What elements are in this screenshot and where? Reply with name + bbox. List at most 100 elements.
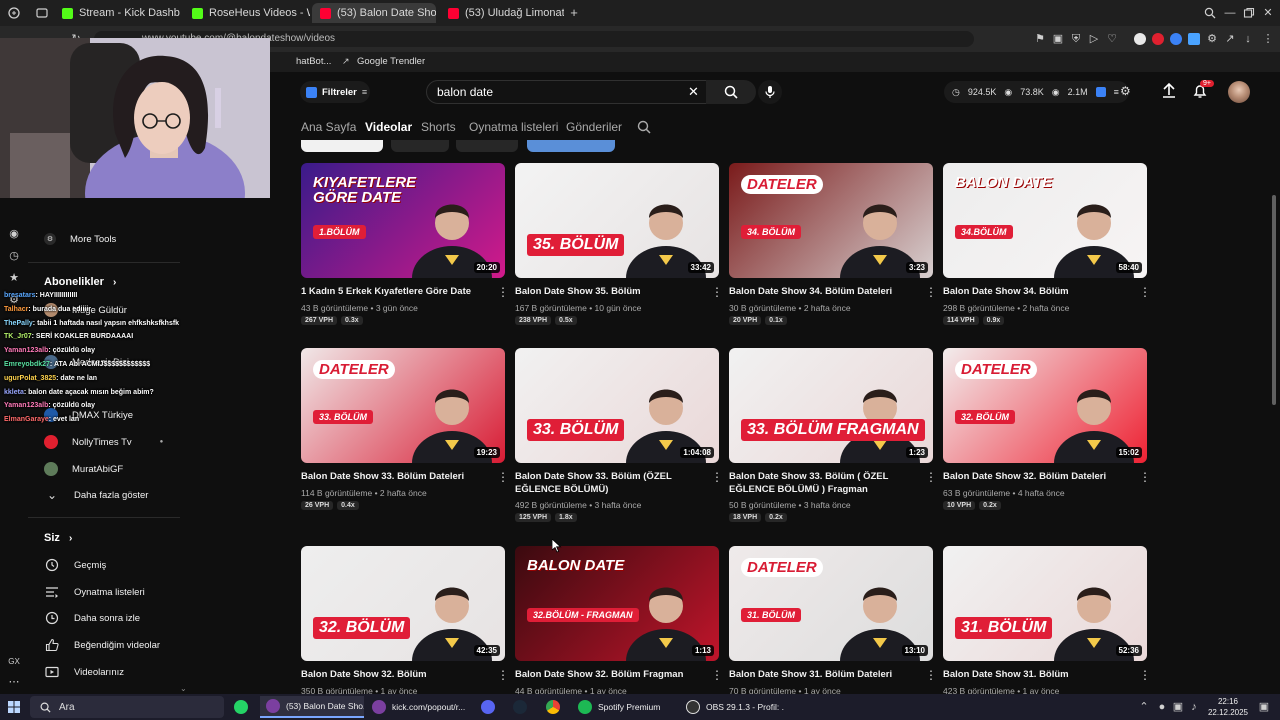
taskbar-clock[interactable]: 22:16 22.12.2025 [1204,696,1252,718]
sidebar-item-sub[interactable]: MuratAbiGF [44,460,123,478]
browser-tab-balon-date[interactable]: (53) Balon Date Show - Y [312,3,436,23]
whatsapp-icon[interactable] [234,700,248,714]
avatar[interactable] [1228,81,1250,103]
video-card[interactable]: DATELER 33. BÖLÜM 19:23 Balon Date Show 33.… [301,348,505,528]
sidebar-item-your-videos[interactable]: Videolarınız [44,663,124,681]
video-title[interactable]: Balon Date Show 32. Bölüm Dateleri [943,470,1131,483]
extension-icon[interactable] [1170,33,1182,45]
tools-icon[interactable]: ⚙ [1120,84,1131,98]
more-actions-icon[interactable]: ⋮ [711,470,719,484]
more-actions-icon[interactable]: ⋮ [1139,285,1147,299]
video-card[interactable]: KIYAFETLERE GÖRE DATE 1.BÖLÜM 20:20 1 Kadın… [301,163,505,343]
more-actions-icon[interactable]: ⋮ [497,470,505,484]
tray-overflow-icon[interactable]: ⌃ [1138,701,1150,713]
more-actions-icon[interactable]: ⋮ [925,470,933,484]
video-thumbnail[interactable]: DATELER 32. BÖLÜM 15:02 [943,348,1147,463]
tab-playlists[interactable]: Oynatma listeleri [469,120,558,134]
sidebar-item-playlists[interactable]: Oynatma listeleri [44,583,145,601]
video-thumbnail[interactable]: DATELER 33. BÖLÜM 19:23 [301,348,505,463]
more-actions-icon[interactable]: ⋮ [925,285,933,299]
bulb-icon[interactable]: ★ [8,272,20,284]
taskbar-item-obs[interactable]: OBS 29.1.3 - Profil: ... [680,696,784,718]
play-icon[interactable]: ▷ [1088,33,1100,45]
chrome-icon[interactable] [546,700,560,714]
page-scrollbar[interactable] [1272,195,1276,405]
sidebar-item-watch-later[interactable]: Daha sonra izle [44,609,140,627]
channel-search-icon[interactable] [637,120,651,139]
clear-search-icon[interactable]: ✕ [688,84,699,100]
bookmark-item[interactable]: hatBot... [296,56,331,67]
video-title[interactable]: Balon Date Show 33. Bölüm (ÖZEL EĞLENCE … [515,470,703,496]
sort-chip[interactable] [301,140,383,152]
more-icon[interactable]: ⋯ [8,676,20,688]
you-heading[interactable]: Siz › [44,532,72,544]
video-card[interactable]: 35. BÖLÜM 33:42 Balon Date Show 35. Bölüm ⋮… [515,163,719,343]
video-title[interactable]: Balon Date Show 33. Bölüm ( ÖZEL EĞLENCE… [729,470,917,496]
video-title[interactable]: Balon Date Show 34. Bölüm Dateleri [729,285,917,298]
filters-button[interactable]: Filtreler ≡ [300,81,370,103]
windows-start-icon[interactable] [8,701,20,713]
video-thumbnail[interactable]: BALON DATE 34.BÖLÜM 58:40 [943,163,1147,278]
more-actions-icon[interactable]: ⋮ [711,285,719,299]
puzzle-icon[interactable]: ⚙ [1206,33,1218,45]
video-title[interactable]: Balon Date Show 31. Bölüm Dateleri [729,668,917,681]
screenshot-icon[interactable]: ▣ [1052,33,1064,45]
video-card[interactable]: 31. BÖLÜM 52:36 Balon Date Show 31. Bölüm ⋮… [943,546,1147,694]
tab-home[interactable]: Ana Sayfa [301,120,356,134]
notification-center-icon[interactable]: ▣ [1258,701,1270,713]
taskbar-item-kick[interactable]: kick.com/popout/r... [366,696,470,718]
video-thumbnail[interactable]: 35. BÖLÜM 33:42 [515,163,719,278]
download-icon[interactable]: ↓ [1242,33,1254,45]
extension-icon[interactable] [1152,33,1164,45]
sort-chip[interactable] [527,140,615,152]
more-icon[interactable]: ⋮ [1262,33,1274,45]
video-card[interactable]: BALON DATE 34.BÖLÜM 58:40 Balon Date Show 3… [943,163,1147,343]
bookmark-item[interactable]: Google Trendler [357,56,425,67]
video-card[interactable]: 32. BÖLÜM 42:35 Balon Date Show 32. Bölüm ⋮… [301,546,505,694]
video-thumbnail[interactable]: 31. BÖLÜM 52:36 [943,546,1147,661]
video-thumbnail[interactable]: KIYAFETLERE GÖRE DATE 1.BÖLÜM 20:20 [301,163,505,278]
video-title[interactable]: Balon Date Show 35. Bölüm [515,285,703,298]
close-icon[interactable]: ✕ [1262,7,1274,19]
browser-tab-roseheus[interactable]: RoseHeus Videos - Watc [184,3,310,23]
scroll-down-icon[interactable]: ⌄ [180,684,187,693]
video-title[interactable]: Balon Date Show 32. Bölüm Fragman [515,668,703,681]
video-card[interactable]: DATELER 34. BÖLÜM 3:23 Balon Date Show 34. … [729,163,933,343]
video-thumbnail[interactable]: 33. BÖLÜM FRAGMAN 1:23 [729,348,933,463]
tab-shorts[interactable]: Shorts [421,120,456,134]
video-thumbnail[interactable]: DATELER 34. BÖLÜM 3:23 [729,163,933,278]
sidebar-item-liked[interactable]: Beğendiğim videolar [44,636,160,654]
bookmark-icon[interactable]: ⚑ [1034,33,1046,45]
sort-chip[interactable] [456,140,518,152]
steam-icon[interactable] [513,700,527,714]
more-actions-icon[interactable]: ⋮ [925,668,933,682]
subscriptions-heading[interactable]: Abonelikler › [44,276,116,288]
video-thumbnail[interactable]: 33. BÖLÜM 1:04:08 [515,348,719,463]
tab-videos[interactable]: Videolar [365,120,412,134]
share-icon[interactable]: ↗ [1224,33,1236,45]
discord-icon[interactable] [481,700,495,714]
video-thumbnail[interactable]: 32. BÖLÜM 42:35 [301,546,505,661]
browser-tab-kick-dashboard[interactable]: Stream - Kick Dashboard [54,3,180,23]
gx-icon[interactable]: GX [8,656,20,668]
restore-icon[interactable] [1243,7,1255,19]
video-title[interactable]: Balon Date Show 34. Bölüm [943,285,1131,298]
shield-icon[interactable]: ⛨ [1070,33,1082,45]
tab-overview-icon[interactable] [36,7,48,19]
sidebar-item-history[interactable]: Geçmiş [44,556,106,574]
volume-icon[interactable]: ♪ [1188,701,1200,713]
search-button[interactable] [706,80,756,104]
taskbar-search[interactable]: Ara [30,696,224,718]
video-card[interactable]: DATELER 31. BÖLÜM 13:10 Balon Date Show 31.… [729,546,933,694]
more-actions-icon[interactable]: ⋮ [497,285,505,299]
video-title[interactable]: Balon Date Show 32. Bölüm [301,668,489,681]
video-title[interactable]: Balon Date Show 33. Bölüm Dateleri [301,470,489,483]
extension-icon[interactable] [1134,33,1146,45]
video-card[interactable]: DATELER 32. BÖLÜM 15:02 Balon Date Show 32.… [943,348,1147,528]
extension-icon[interactable] [1188,33,1200,45]
video-thumbnail[interactable]: BALON DATE 32.BÖLÜM - FRAGMAN 1:13 [515,546,719,661]
video-title[interactable]: Balon Date Show 31. Bölüm [943,668,1131,681]
more-actions-icon[interactable]: ⋮ [1139,470,1147,484]
new-tab-icon[interactable]: + [568,6,580,19]
history-icon[interactable]: ◷ [8,250,20,262]
